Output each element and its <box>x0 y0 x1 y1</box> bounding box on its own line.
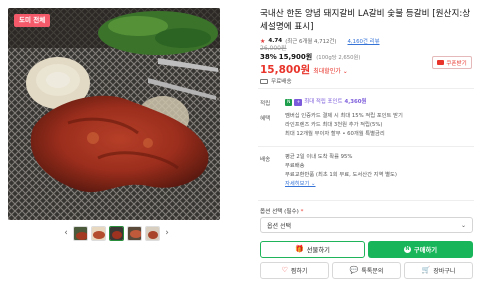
chat-icon: 💬 <box>349 266 359 274</box>
pay-n-icon: N <box>403 246 411 253</box>
max-discount-line: 15,800원 최대할인가 ⌄ <box>260 62 348 77</box>
points-value: 4,360원 <box>344 99 367 105</box>
coupon-icon <box>437 60 445 65</box>
thumbnail-2[interactable] <box>91 225 106 241</box>
max-discount-toggle[interactable]: 최대할인가 ⌄ <box>313 66 348 75</box>
image-badge: 도미 전체 <box>14 14 51 27</box>
thumbnail-prev-icon[interactable]: ‹ <box>62 224 70 242</box>
buy-button[interactable]: N 구매하기 <box>368 241 473 258</box>
max-discount-price: 15,800원 <box>260 64 311 76</box>
truck-icon <box>260 78 268 84</box>
original-price: 26,000원 <box>260 45 287 52</box>
product-main-image[interactable]: 도미 전체 <box>8 8 220 220</box>
rating-count: (최근 6개월 4,712건) <box>285 39 337 45</box>
chevron-down-icon: ⌄ <box>460 221 466 229</box>
rating-row: ★ 4.74 (최근 6개월 4,712건) 4,160건 리뷰 <box>260 37 474 46</box>
cart-icon: 🛒 <box>421 266 431 274</box>
grilled-ribs-photo <box>8 8 220 220</box>
shipping-text: 무료배송 <box>271 79 292 85</box>
thumbnail-next-icon[interactable]: › <box>163 224 171 242</box>
like-button[interactable]: ♡ 찜하기 <box>260 262 329 279</box>
talk-button[interactable]: 💬 톡톡문의 <box>332 262 401 279</box>
reviews-link[interactable]: 4,160건 리뷰 <box>348 37 380 45</box>
coupon-button[interactable]: 쿠폰받기 <box>432 56 472 69</box>
divider <box>258 88 474 89</box>
card-benefit-line: 멤버십 인증카드 결제 시 최대 15% 적립 포인트 받기 <box>285 113 403 119</box>
cart-button[interactable]: 🛒 장바구니 <box>404 262 473 279</box>
like-button-label: 찜하기 <box>290 268 308 275</box>
delivery-line: 무료교환반품 (최초 1회 무료, 도서산간 지역 별도) <box>285 172 397 178</box>
divider <box>258 146 474 147</box>
membership-tag-icon: + <box>294 99 303 106</box>
card-benefit-line: 최대 12개월 무이자 할부 • 60개월 특별금리 <box>285 131 385 137</box>
talk-button-label: 톡톡문의 <box>361 268 384 275</box>
buy-button-label: 구매하기 <box>413 247 438 254</box>
option-select-value: 옵션 선택 <box>267 222 291 230</box>
thumbnail-3[interactable] <box>109 225 124 241</box>
card-benefits: 멤버십 인증카드 결제 시 최대 15% 적립 포인트 받기 라인프렌즈 카드 … <box>285 112 403 139</box>
thumbnail-1[interactable] <box>73 225 88 241</box>
option-label: 옵션 선택 (필수) * <box>260 207 303 215</box>
sale-price: 15,900원 <box>278 53 313 61</box>
divider <box>258 200 474 201</box>
product-title: 국내산 한돈 양념 돼지갈비 LA갈비 숯불 등갈비 [원산지:상세설명에 표시… <box>260 9 471 32</box>
points-label: 적립 <box>260 101 271 107</box>
detail-link[interactable]: 자세히보기 ⌄ <box>285 180 397 189</box>
gift-button[interactable]: 🎁 선물하기 <box>260 241 365 258</box>
thumbnail-5[interactable] <box>145 225 160 241</box>
shipping-line: 무료배송 <box>260 77 292 85</box>
product-info: 국내산 한돈 양념 돼지갈비 LA갈비 숯불 등갈비 [원산지:상세설명에 표시… <box>260 8 474 45</box>
unit-price: (100g당 2,650원) <box>316 55 361 61</box>
heart-icon: ♡ <box>281 266 288 274</box>
delivery-line: 무료배송 <box>285 163 305 169</box>
option-select[interactable]: 옵션 선택 ⌄ <box>260 217 473 233</box>
delivery-info: 평균 2일 이내 도착 확률 95% 무료배송 무료교환반품 (최초 1회 무료… <box>285 153 397 189</box>
sale-price-line: 38% 15,900원 (100g당 2,650원) <box>260 52 360 62</box>
points-row: N + 최대 적립 포인트 4,360원 <box>285 98 366 107</box>
gift-button-label: 선물하기 <box>306 247 330 254</box>
gift-icon: 🎁 <box>295 245 304 253</box>
option-label-text: 옵션 선택 (필수) <box>260 209 299 215</box>
cart-button-label: 장바구니 <box>433 268 456 275</box>
points-text: 최대 적립 포인트 <box>304 99 343 105</box>
card-benefit-line: 라인프렌즈 카드 최대 3천원 추가 적립(5%) <box>285 122 383 128</box>
required-mark: * <box>300 209 304 215</box>
delivery-label: 배송 <box>260 157 271 163</box>
thumbnail-strip: ‹ › <box>62 224 171 242</box>
pay-tag-icon: N <box>285 99 293 106</box>
delivery-line: 평균 2일 이내 도착 확률 95% <box>285 154 353 160</box>
discount-percent: 38% <box>260 53 277 61</box>
coupon-button-label: 쿠폰받기 <box>446 60 467 67</box>
thumbnail-4[interactable] <box>127 225 142 241</box>
card-benefit-label: 혜택 <box>260 116 271 122</box>
